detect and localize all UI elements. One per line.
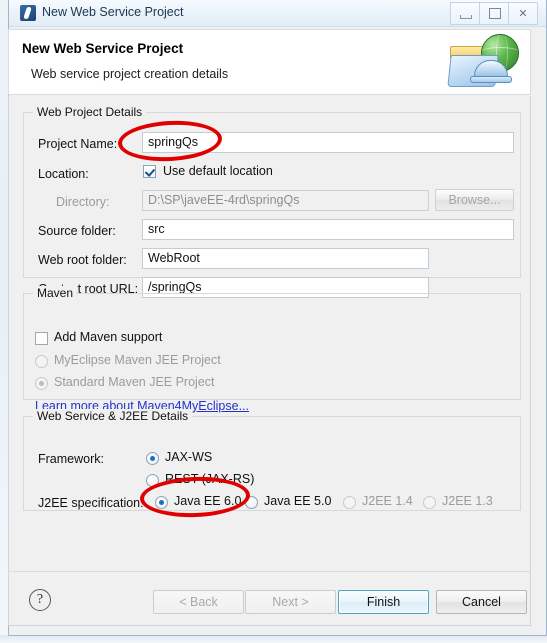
banner-title: New Web Service Project bbox=[22, 41, 184, 56]
label-java-ee-6[interactable]: Java EE 6.0 bbox=[174, 494, 241, 508]
dialog-button-bar: ? < Back Next > Finish Cancel bbox=[8, 571, 531, 626]
radio-jax-ws[interactable] bbox=[146, 452, 159, 465]
label-framework: Framework: bbox=[38, 452, 104, 466]
label-jax-ws[interactable]: JAX-WS bbox=[165, 450, 212, 464]
close-icon: ✕ bbox=[518, 7, 528, 20]
label-java-ee-5[interactable]: Java EE 5.0 bbox=[264, 494, 331, 508]
radio-standard-maven-jee-project bbox=[35, 377, 48, 390]
finish-button[interactable]: Finish bbox=[338, 590, 429, 614]
myeclipse-icon bbox=[20, 5, 36, 21]
wizard-content: Web Project Details Project Name: spring… bbox=[8, 96, 531, 571]
radio-j2ee-14 bbox=[343, 496, 356, 509]
checkbox-use-default-location[interactable] bbox=[143, 165, 156, 178]
label-add-maven-support[interactable]: Add Maven support bbox=[54, 330, 162, 344]
label-standard-maven-jee-project: Standard Maven JEE Project bbox=[54, 375, 215, 389]
desktop-backdrop-bottom bbox=[0, 635, 547, 643]
radio-myeclipse-maven-jee-project bbox=[35, 355, 48, 368]
label-j2ee-14: J2EE 1.4 bbox=[362, 494, 413, 508]
window-title: New Web Service Project bbox=[42, 5, 184, 19]
banner-subtitle: Web service project creation details bbox=[31, 67, 229, 81]
help-button[interactable]: ? bbox=[29, 589, 51, 611]
label-j2ee-13: J2EE 1.3 bbox=[442, 494, 493, 508]
input-project-name[interactable]: springQs bbox=[142, 132, 514, 153]
service-dome-base-icon bbox=[470, 76, 512, 83]
radio-java-ee-5[interactable] bbox=[245, 496, 258, 509]
minimize-icon bbox=[460, 15, 472, 19]
input-directory: D:\SP\javeEE-4rd\springQs bbox=[142, 190, 429, 211]
label-web-root-folder: Web root folder: bbox=[38, 253, 127, 267]
back-button: < Back bbox=[153, 590, 244, 614]
radio-j2ee-13 bbox=[423, 496, 436, 509]
group-title-web-project: Web Project Details bbox=[33, 105, 147, 119]
input-web-root-folder[interactable]: WebRoot bbox=[142, 248, 429, 269]
label-myeclipse-maven-jee-project: MyEclipse Maven JEE Project bbox=[54, 353, 221, 367]
dialog-window: New Web Service Project ✕ New Web Servic… bbox=[8, 0, 547, 636]
label-j2ee-specification: J2EE specification: bbox=[38, 496, 144, 510]
web-service-folder-globe-icon bbox=[447, 33, 522, 93]
label-project-name: Project Name: bbox=[38, 137, 118, 151]
maximize-button[interactable] bbox=[480, 2, 509, 25]
group-title-maven: Maven bbox=[33, 286, 78, 300]
radio-rest-jax-rs[interactable] bbox=[146, 474, 159, 487]
browse-button: Browse... bbox=[435, 189, 514, 211]
input-source-folder[interactable]: src bbox=[142, 219, 514, 240]
minimize-button[interactable] bbox=[450, 2, 480, 25]
label-source-folder: Source folder: bbox=[38, 224, 116, 238]
checkbox-add-maven-support[interactable] bbox=[35, 332, 48, 345]
cancel-button[interactable]: Cancel bbox=[436, 590, 527, 614]
window-controls: ✕ bbox=[450, 2, 538, 25]
label-use-default-location[interactable]: Use default location bbox=[163, 164, 273, 178]
label-rest-jax-rs[interactable]: REST (JAX-RS) bbox=[165, 472, 254, 486]
close-button[interactable]: ✕ bbox=[509, 2, 538, 25]
label-directory: Directory: bbox=[56, 195, 110, 209]
wizard-banner: New Web Service Project Web service proj… bbox=[8, 29, 531, 95]
radio-java-ee-6[interactable] bbox=[155, 496, 168, 509]
label-location: Location: bbox=[38, 167, 89, 181]
next-button: Next > bbox=[245, 590, 336, 614]
title-bar[interactable]: New Web Service Project ✕ bbox=[9, 0, 546, 27]
maximize-icon bbox=[489, 8, 501, 19]
group-title-web-service: Web Service & J2EE Details bbox=[33, 409, 193, 423]
